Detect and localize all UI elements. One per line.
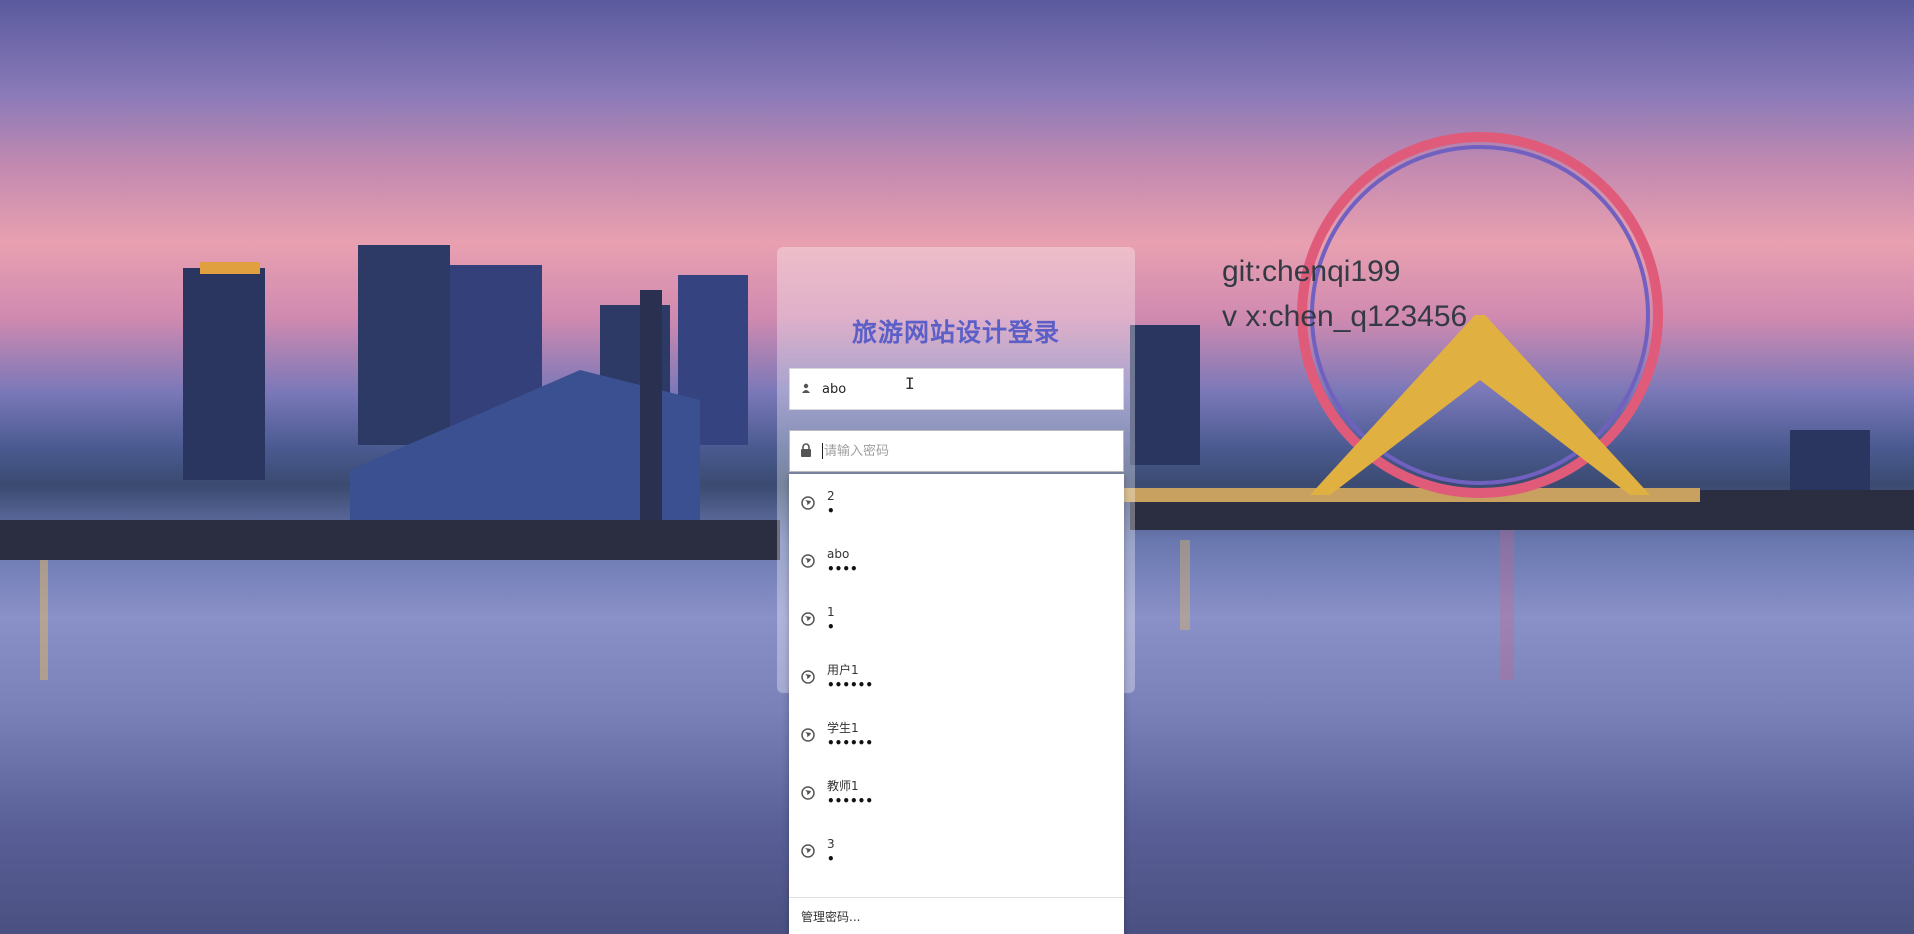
- autocomplete-password-mask: •: [827, 504, 835, 518]
- password-input[interactable]: [824, 443, 1123, 459]
- overlay-git-text: git:chenqi199: [1222, 255, 1401, 288]
- autocomplete-username: 教师1: [827, 779, 859, 793]
- text-caret: [822, 443, 823, 459]
- autocomplete-password-mask: ••••••: [827, 794, 874, 808]
- autocomplete-item[interactable]: 2 •: [789, 474, 1124, 532]
- autocomplete-item[interactable]: 3 •: [789, 822, 1124, 880]
- autocomplete-username: 用户1: [827, 663, 859, 677]
- autocomplete-item[interactable]: 学生1 ••••••: [789, 706, 1124, 764]
- globe-icon: [801, 844, 815, 858]
- page-title: 旅游网站设计登录: [851, 318, 1060, 347]
- globe-icon: [801, 612, 815, 626]
- autocomplete-password-mask: •: [827, 620, 835, 634]
- autocomplete-item[interactable]: 教师1 ••••••: [789, 764, 1124, 822]
- autocomplete-password-mask: •: [827, 852, 835, 866]
- username-field[interactable]: [789, 368, 1124, 410]
- globe-icon: [801, 670, 815, 684]
- autocomplete-password-mask: ••••: [827, 562, 858, 576]
- globe-icon: [801, 728, 815, 742]
- autocomplete-item[interactable]: 用户1 ••••••: [789, 648, 1124, 706]
- globe-icon: [801, 786, 815, 800]
- overlay-wechat-text: v x:chen_q123456: [1222, 300, 1468, 333]
- autocomplete-password-mask: ••••••: [827, 678, 874, 692]
- autocomplete-username: 3: [827, 837, 835, 851]
- autocomplete-username: 学生1: [827, 721, 859, 735]
- password-autocomplete-dropdown: 2 • abo •••• 1 • 用户1 •••••• 学生1 •••••• 教师1 •••…: [789, 474, 1124, 934]
- text-cursor-icon: I: [905, 374, 915, 393]
- globe-icon: [801, 496, 815, 510]
- autocomplete-item[interactable]: abo ••••: [789, 532, 1124, 590]
- autocomplete-item[interactable]: 1 •: [789, 590, 1124, 648]
- username-input[interactable]: [822, 381, 1123, 397]
- password-field[interactable]: [789, 430, 1124, 472]
- autocomplete-username: 2: [827, 489, 835, 503]
- user-icon: [798, 382, 814, 396]
- autocomplete-username: 1: [827, 605, 835, 619]
- globe-icon: [801, 554, 815, 568]
- manage-passwords-link[interactable]: 管理密码...: [801, 908, 860, 925]
- dropdown-divider: [789, 897, 1124, 898]
- autocomplete-username: abo: [827, 547, 850, 561]
- autocomplete-password-mask: ••••••: [827, 736, 874, 750]
- lock-icon: [798, 442, 814, 460]
